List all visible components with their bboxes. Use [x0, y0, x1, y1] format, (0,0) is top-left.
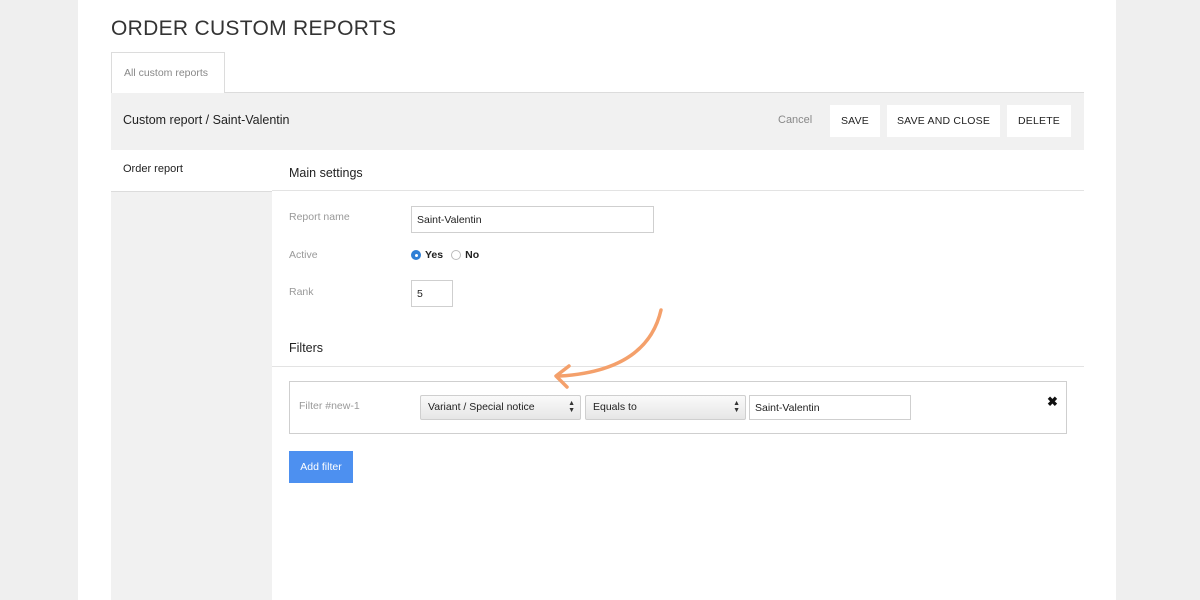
- rank-input[interactable]: [411, 280, 453, 307]
- cancel-button[interactable]: Cancel: [778, 114, 812, 126]
- filter-field-value: Variant / Special notice: [428, 401, 535, 413]
- active-yes-radio[interactable]: [411, 250, 421, 260]
- close-x-icon[interactable]: ✖: [1047, 394, 1058, 410]
- section-divider: [272, 366, 1084, 367]
- section-divider: [272, 190, 1084, 191]
- active-radio-group: Yes No: [411, 249, 487, 261]
- report-name-label: Report name: [289, 211, 350, 223]
- save-button[interactable]: SAVE: [830, 105, 880, 137]
- report-header: Custom report / Saint-Valentin Cancel SA…: [111, 92, 1084, 150]
- rank-label: Rank: [289, 286, 314, 298]
- filter-label: Filter #new-1: [299, 400, 360, 412]
- up-down-arrows-icon: ▲ ▼: [568, 400, 575, 414]
- filter-value-input[interactable]: [749, 395, 911, 420]
- main-settings-title: Main settings: [289, 166, 363, 180]
- page-title: ORDER CUSTOM REPORTS: [111, 17, 397, 40]
- sidebar-item-order-report[interactable]: Order report: [111, 150, 272, 192]
- add-filter-button[interactable]: Add filter: [289, 451, 353, 483]
- report-name-input[interactable]: [411, 206, 654, 233]
- active-no-radio[interactable]: [451, 250, 462, 260]
- curved-arrow-icon: [554, 308, 663, 389]
- active-label: Active: [289, 249, 318, 261]
- main-panel: Main settings Report name Active Yes No …: [272, 150, 1084, 600]
- filter-row: Filter #new-1 Variant / Special notice ▲…: [289, 381, 1067, 434]
- active-yes-label[interactable]: Yes: [425, 249, 443, 261]
- tab-all-custom-reports[interactable]: All custom reports: [111, 52, 225, 93]
- up-down-arrows-icon: ▲ ▼: [733, 400, 740, 414]
- filter-operator-value: Equals to: [593, 401, 637, 413]
- save-and-close-button[interactable]: SAVE AND CLOSE: [887, 105, 1000, 137]
- delete-button[interactable]: DELETE: [1007, 105, 1071, 137]
- report-header-title: Custom report / Saint-Valentin: [123, 113, 290, 127]
- active-no-label[interactable]: No: [465, 249, 479, 261]
- filters-title: Filters: [289, 341, 324, 355]
- sidebar: Order report: [111, 150, 272, 600]
